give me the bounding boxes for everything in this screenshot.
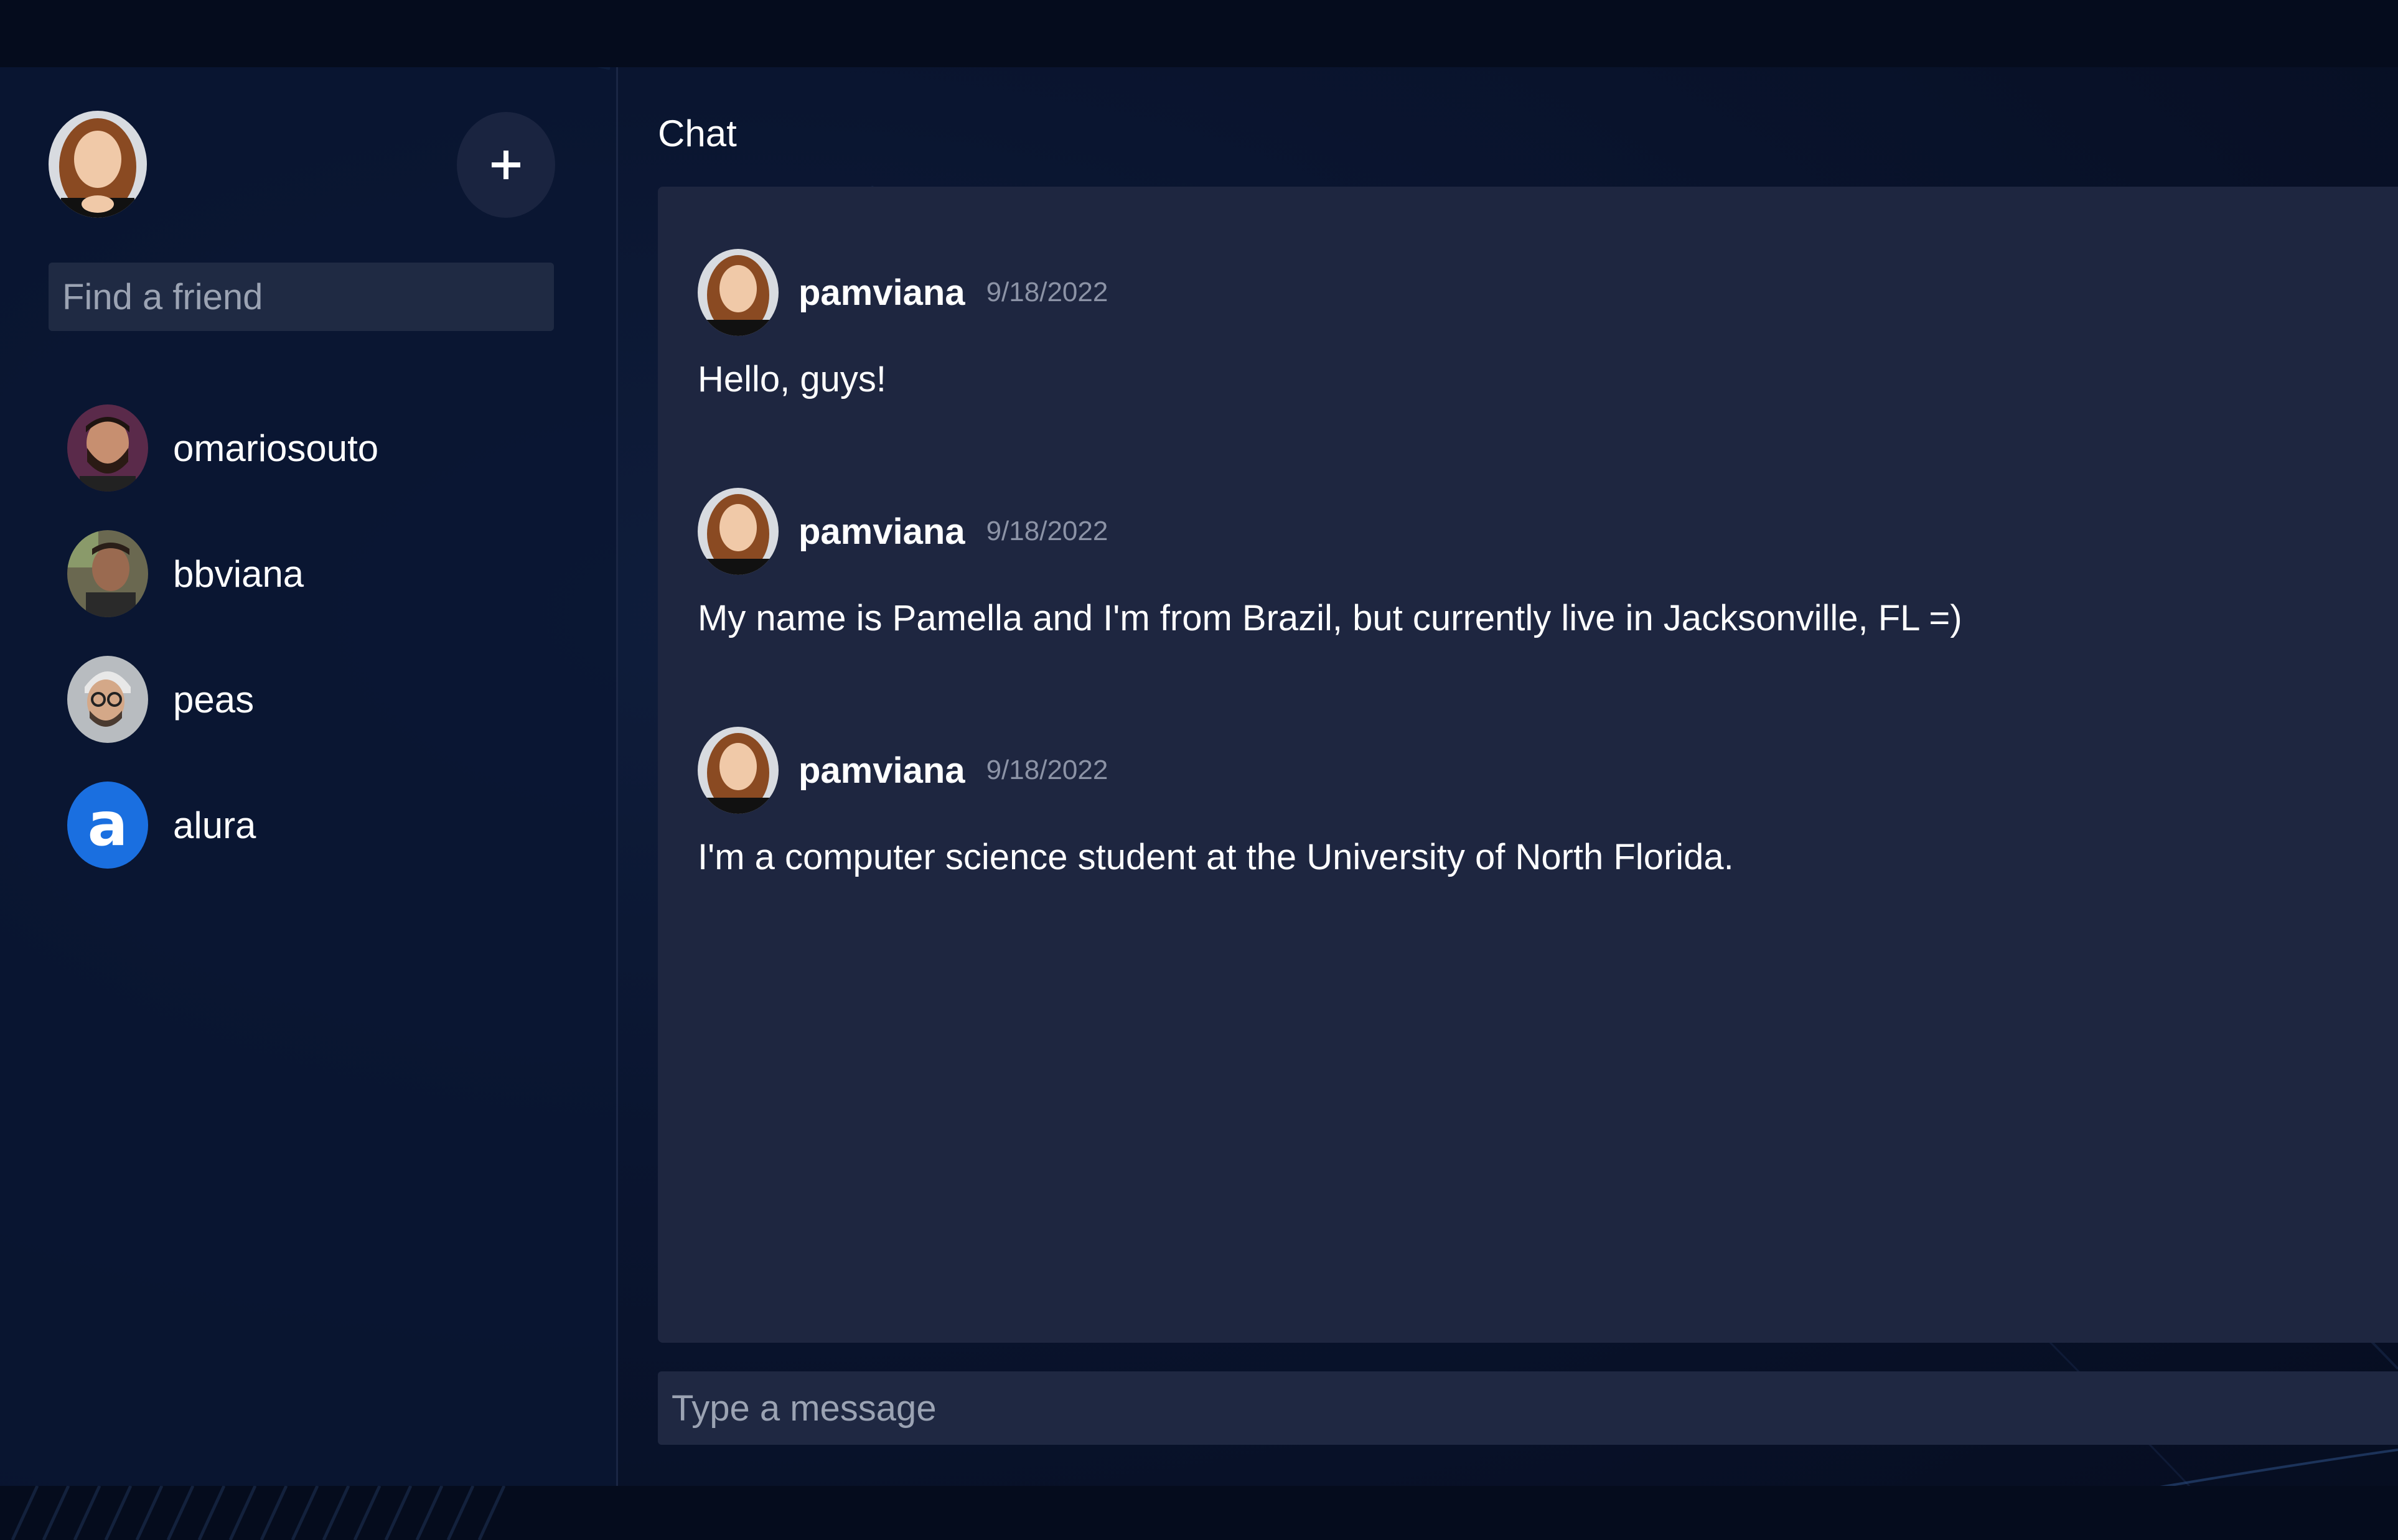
message-header: pamviana 9/18/2022 [698, 488, 1962, 575]
avatar [698, 727, 779, 814]
avatar-man-beard-icon [67, 404, 148, 492]
friend-name: omariosouto [173, 427, 379, 469]
chat-app: omariosouto bbviana [0, 67, 2398, 1486]
plus-icon [492, 151, 520, 179]
alura-logo-icon: a [67, 782, 148, 869]
bottom-bar [0, 1486, 2398, 1540]
message-author: pamviana [799, 750, 965, 791]
current-user-avatar[interactable] [49, 111, 147, 218]
friend-item-alura[interactable]: a alura [67, 782, 256, 869]
message-text: Hello, guys! [698, 359, 887, 399]
decorative-stripes [11, 1486, 506, 1540]
message-date: 9/18/2022 [986, 516, 1108, 546]
sidebar: omariosouto bbviana [0, 67, 618, 1486]
message-date: 9/18/2022 [986, 755, 1108, 785]
friend-name: peas [173, 678, 255, 721]
avatar-woman-long-hair-icon [698, 488, 779, 575]
avatar-man-glasses-icon [67, 656, 148, 743]
avatar: a [67, 782, 148, 869]
svg-text:a: a [88, 790, 128, 859]
message-input[interactable] [670, 1386, 2398, 1430]
chat-messages-panel[interactable]: pamviana 9/18/2022 Hello, guys! pamviana… [658, 187, 2398, 1343]
find-friend-input[interactable] [61, 275, 554, 319]
message-date: 9/18/2022 [986, 277, 1108, 307]
message-header: pamviana 9/18/2022 [698, 249, 1108, 336]
message-author: pamviana [799, 511, 965, 552]
friend-item-peas[interactable]: peas [67, 656, 254, 743]
friend-name: bbviana [173, 553, 304, 595]
avatar [698, 488, 779, 575]
message-header: pamviana 9/18/2022 [698, 727, 1734, 814]
message-author: pamviana [799, 272, 965, 313]
message: pamviana 9/18/2022 My name is Pamella an… [698, 488, 1962, 639]
chat-title: Chat [658, 113, 737, 154]
message-input-field[interactable] [658, 1371, 2398, 1445]
add-friend-button[interactable] [457, 112, 555, 218]
message-text: I'm a computer science student at the Un… [698, 837, 1734, 877]
avatar [698, 249, 779, 336]
avatar-woman-long-hair-icon [698, 249, 779, 336]
avatar [67, 404, 148, 492]
friend-item-bbviana[interactable]: bbviana [67, 530, 304, 617]
avatar-woman-long-hair-icon [698, 727, 779, 814]
message: pamviana 9/18/2022 I'm a computer scienc… [698, 727, 1734, 878]
friend-name: alura [173, 804, 256, 846]
friend-item-omariosouto[interactable]: omariosouto [67, 404, 378, 492]
find-friend-field[interactable] [49, 263, 554, 331]
top-bar [0, 0, 2398, 67]
avatar [67, 656, 148, 743]
avatar-woman-long-hair-icon [49, 111, 147, 218]
message-text: My name is Pamella and I'm from Brazil, … [698, 598, 1962, 638]
avatar [67, 530, 148, 617]
message: pamviana 9/18/2022 Hello, guys! [698, 249, 1108, 400]
avatar-man-dark-icon [67, 530, 148, 617]
